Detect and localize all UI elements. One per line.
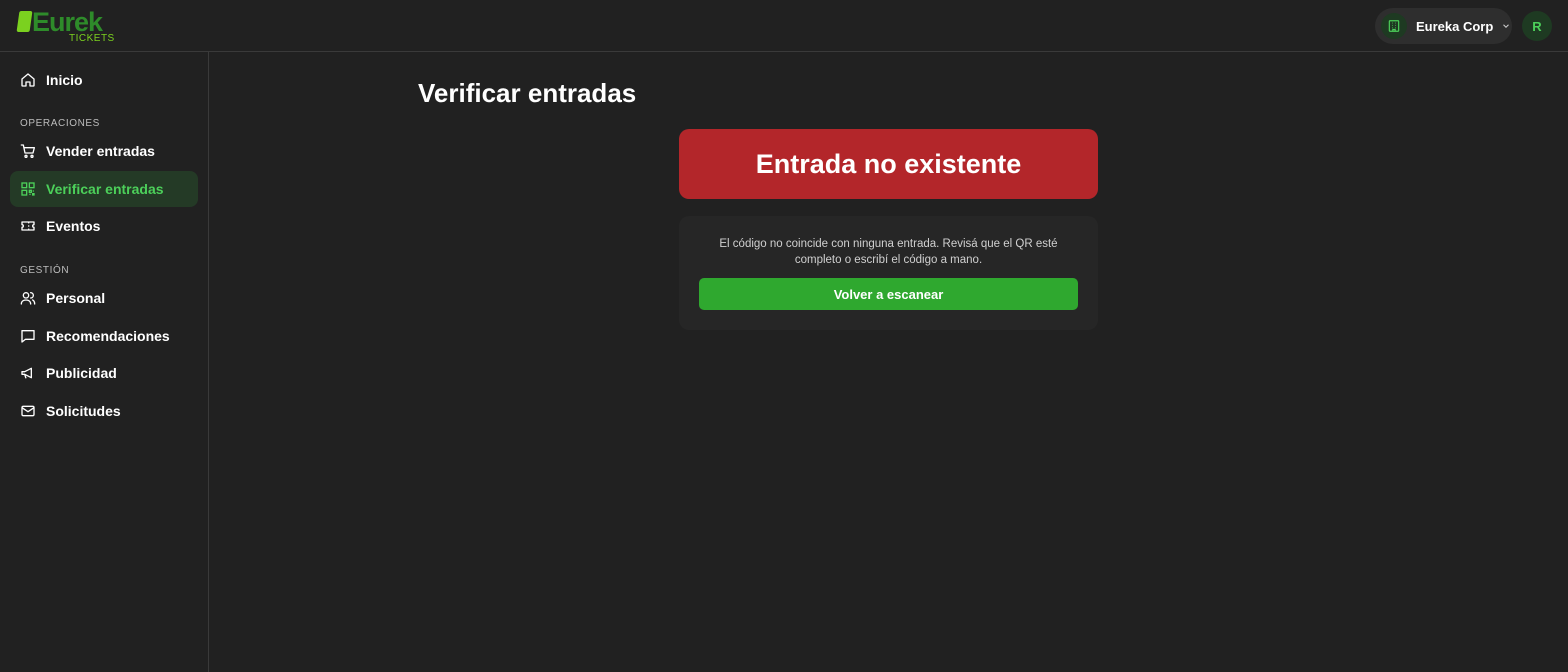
cart-icon xyxy=(20,143,36,159)
sidebar-item-label: Eventos xyxy=(46,218,101,234)
chevron-down-icon xyxy=(1501,21,1511,31)
sidebar-item-personal[interactable]: Personal xyxy=(10,280,198,316)
logo-subtitle: TICKETS xyxy=(69,33,115,44)
qr-code-icon xyxy=(20,181,36,197)
organization-switcher[interactable]: Eureka Corp xyxy=(1375,8,1512,44)
verification-status-banner: Entrada no existente xyxy=(679,129,1098,199)
sidebar: Inicio OPERACIONES Vender entradas Verif… xyxy=(0,52,209,672)
message-icon xyxy=(20,328,36,344)
sidebar-item-solicitudes[interactable]: Solicitudes xyxy=(10,393,198,429)
logo-wordmark: Eurek xyxy=(32,7,103,37)
verification-status-text: Entrada no existente xyxy=(755,148,1022,179)
top-bar: Eurek TICKETS Eureka Corp R xyxy=(0,0,1568,52)
sidebar-item-label: Solicitudes xyxy=(46,403,121,419)
page-title: Verificar entradas xyxy=(418,78,637,108)
sidebar-item-inicio[interactable]: Inicio xyxy=(10,62,198,98)
sidebar-item-label: Inicio xyxy=(46,72,83,88)
section-label-operaciones: OPERACIONES xyxy=(20,118,100,129)
sidebar-item-publicidad[interactable]: Publicidad xyxy=(10,355,198,391)
sidebar-item-verificar-entradas[interactable]: Verificar entradas xyxy=(10,171,198,207)
sidebar-item-label: Verificar entradas xyxy=(46,181,164,197)
sidebar-item-vender-entradas[interactable]: Vender entradas xyxy=(10,133,198,169)
rescan-button[interactable]: Volver a escanear xyxy=(699,278,1078,310)
verification-result-card: El código no coincide con ninguna entrad… xyxy=(679,216,1098,330)
megaphone-icon xyxy=(20,365,36,381)
sidebar-item-label: Vender entradas xyxy=(46,143,155,159)
ticket-icon xyxy=(20,218,36,234)
verification-message: El código no coincide con ninguna entrad… xyxy=(719,238,1058,266)
sidebar-item-recomendaciones[interactable]: Recomendaciones xyxy=(10,318,198,354)
mail-icon xyxy=(20,403,36,419)
organization-name: Eureka Corp xyxy=(1416,18,1494,34)
logo[interactable]: Eurek TICKETS xyxy=(16,8,116,44)
home-icon xyxy=(20,72,36,88)
sidebar-item-label: Personal xyxy=(46,290,106,306)
sidebar-item-eventos[interactable]: Eventos xyxy=(10,208,198,244)
sidebar-item-label: Publicidad xyxy=(46,365,117,381)
user-avatar[interactable]: R xyxy=(1522,11,1552,41)
building-icon xyxy=(1381,13,1407,39)
sidebar-item-label: Recomendaciones xyxy=(46,328,170,344)
ticket-logo-icon xyxy=(16,11,33,32)
users-icon xyxy=(20,290,36,306)
section-label-gestion: GESTIÓN xyxy=(20,265,70,276)
